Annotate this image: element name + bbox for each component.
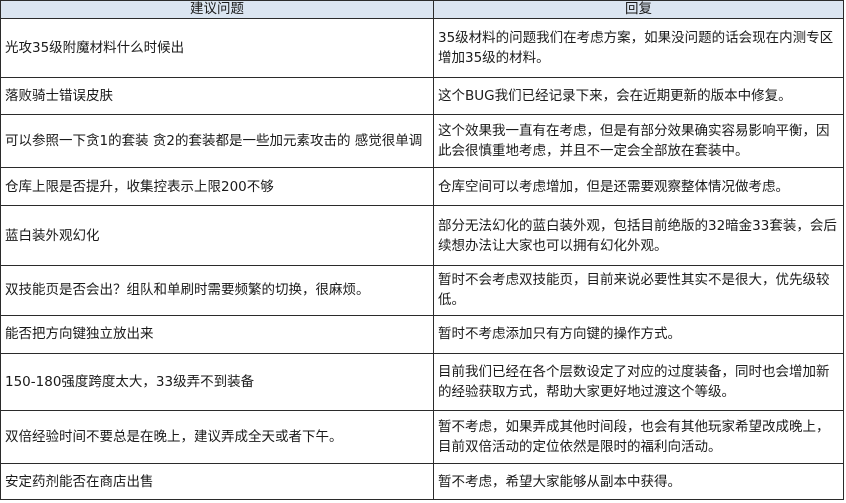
table-row: 可以参照一下贪1的套装 贪2的套装都是一些加元素攻击的 感觉很单调 这个效果我一… bbox=[0, 113, 844, 169]
question-cell: 双倍经验时间不要总是在晚上，建议弄成全天或者下午。 bbox=[0, 410, 434, 465]
answer-cell: 目前我们已经在各个层数设定了对应的过度装备，同时也会增加新的经验获取方式，帮助大… bbox=[433, 352, 844, 412]
table-row: 能否把方向键独立放出来 暂时不考虑添加只有方向键的操作方式。 bbox=[0, 314, 844, 354]
question-cell: 蓝白装外观幻化 bbox=[0, 205, 434, 267]
question-cell: 光攻35级附魔材料什么时候出 bbox=[0, 18, 434, 78]
header-answer: 回复 bbox=[433, 0, 844, 19]
table-row: 安定药剂能否在商店出售 暂不考虑，希望大家能够从副本中获得。 bbox=[0, 463, 844, 500]
question-cell: 落败骑士错误皮肤 bbox=[0, 76, 434, 115]
table-row: 双倍经验时间不要总是在晚上，建议弄成全天或者下午。 暂不考虑，如果弄成其他时间段… bbox=[0, 410, 844, 465]
table-row: 蓝白装外观幻化 部分无法幻化的蓝白装外观，包括目前绝版的32暗金33套装，会后续… bbox=[0, 205, 844, 267]
answer-cell: 暂时不会考虑双技能页，目前来说必要性其实不是很大，优先级较低。 bbox=[433, 265, 844, 316]
answer-cell: 部分无法幻化的蓝白装外观，包括目前绝版的32暗金33套装，会后续想办法让大家也可… bbox=[433, 205, 844, 267]
question-cell: 可以参照一下贪1的套装 贪2的套装都是一些加元素攻击的 感觉很单调 bbox=[0, 113, 434, 169]
question-cell: 150-180强度跨度太大，33级弄不到装备 bbox=[0, 352, 434, 412]
question-cell: 能否把方向键独立放出来 bbox=[0, 314, 434, 354]
table-row: 光攻35级附魔材料什么时候出 35级材料的问题我们在考虑方案，如果没问题的话会现… bbox=[0, 18, 844, 78]
answer-cell: 仓库空间可以考虑增加，但是还需要观察整体情况做考虑。 bbox=[433, 167, 844, 207]
answer-cell: 这个BUG我们已经记录下来，会在近期更新的版本中修复。 bbox=[433, 76, 844, 115]
question-cell: 仓库上限是否提升，收集控表示上限200不够 bbox=[0, 167, 434, 207]
header-question: 建议问题 bbox=[0, 0, 434, 19]
table-row: 双技能页是否会出？组队和单刷时需要频繁的切换，很麻烦。 暂时不会考虑双技能页，目… bbox=[0, 265, 844, 316]
feedback-table: 建议问题 回复 光攻35级附魔材料什么时候出 35级材料的问题我们在考虑方案，如… bbox=[0, 0, 844, 500]
answer-cell: 这个效果我一直有在考虑，但是有部分效果确实容易影响平衡，因此会很慎重地考虑，并且… bbox=[433, 113, 844, 169]
answer-cell: 35级材料的问题我们在考虑方案，如果没问题的话会现在内测专区增加35级的材料。 bbox=[433, 18, 844, 78]
question-cell: 安定药剂能否在商店出售 bbox=[0, 463, 434, 500]
answer-cell: 暂不考虑，希望大家能够从副本中获得。 bbox=[433, 463, 844, 500]
table-row: 落败骑士错误皮肤 这个BUG我们已经记录下来，会在近期更新的版本中修复。 bbox=[0, 76, 844, 115]
table-row: 150-180强度跨度太大，33级弄不到装备 目前我们已经在各个层数设定了对应的… bbox=[0, 352, 844, 412]
question-cell: 双技能页是否会出？组队和单刷时需要频繁的切换，很麻烦。 bbox=[0, 265, 434, 316]
table-row: 仓库上限是否提升，收集控表示上限200不够 仓库空间可以考虑增加，但是还需要观察… bbox=[0, 167, 844, 207]
answer-cell: 暂不考虑，如果弄成其他时间段，也会有其他玩家希望改成晚上，目前双倍活动的定位依然… bbox=[433, 410, 844, 465]
header-row: 建议问题 回复 bbox=[0, 0, 844, 19]
answer-cell: 暂时不考虑添加只有方向键的操作方式。 bbox=[433, 314, 844, 354]
